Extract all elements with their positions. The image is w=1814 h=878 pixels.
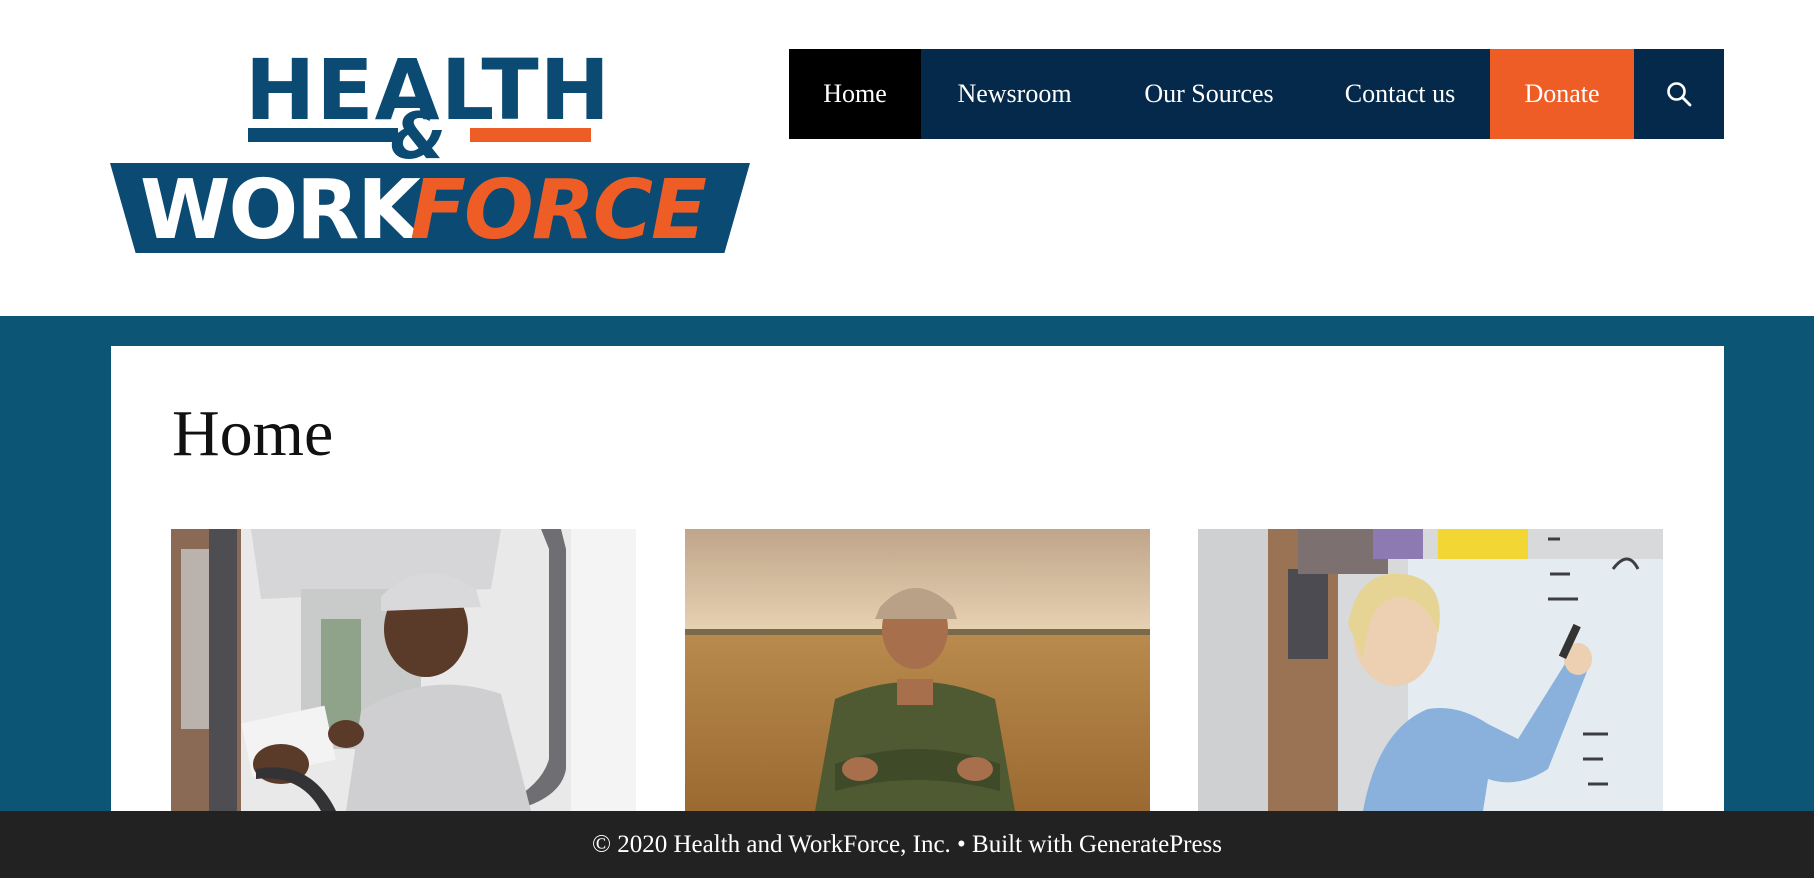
search-button[interactable] xyxy=(1634,49,1724,139)
nav-item-home[interactable]: Home xyxy=(789,49,921,139)
photo-delivery-driver xyxy=(171,529,636,811)
logo-stripe-orange xyxy=(470,128,591,142)
logo-ampersand: & xyxy=(390,100,446,174)
logo-line-work: WORK xyxy=(140,163,421,258)
photo-teacher-whiteboard xyxy=(1198,529,1663,811)
nav-item-newsroom[interactable]: Newsroom xyxy=(921,49,1108,139)
search-icon xyxy=(1667,82,1692,107)
nav-item-contact-us[interactable]: Contact us xyxy=(1310,49,1490,139)
nav-item-our-sources[interactable]: Our Sources xyxy=(1108,49,1310,139)
content-card: Home xyxy=(111,346,1724,811)
site-logo[interactable]: HEALTH & WORK FORCE xyxy=(110,48,750,258)
nav-item-donate[interactable]: Donate xyxy=(1490,49,1634,139)
footer-copyright: © 2020 Health and WorkForce, Inc. • Buil… xyxy=(592,830,1222,858)
content-section: Home xyxy=(0,316,1814,811)
logo-line-force: FORCE xyxy=(410,163,707,258)
main-navigation: Home Newsroom Our Sources Contact us Don… xyxy=(789,49,1724,139)
page-title: Home xyxy=(172,397,334,470)
site-header: HEALTH & WORK FORCE Home Newsroom Our So… xyxy=(0,0,1814,316)
site-footer: © 2020 Health and WorkForce, Inc. • Buil… xyxy=(0,811,1814,878)
photo-farmer-field xyxy=(685,529,1150,811)
logo-stripe-blue xyxy=(248,128,398,142)
